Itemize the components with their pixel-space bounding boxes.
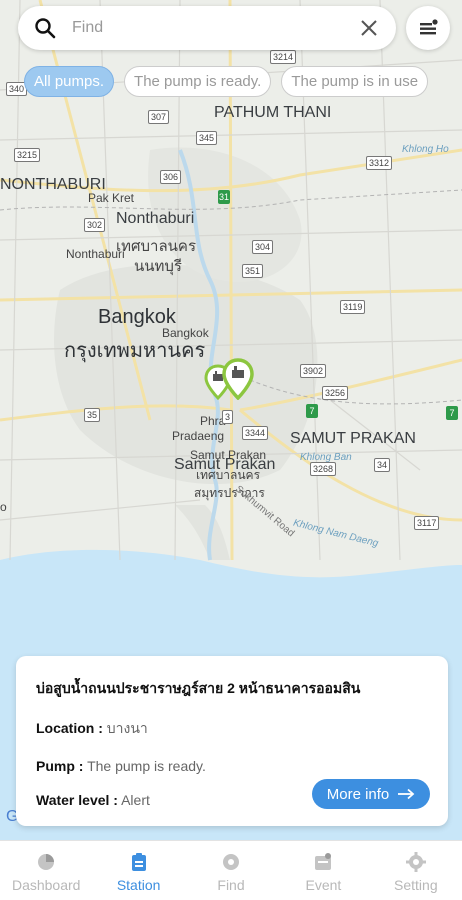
nav-find-label: Find xyxy=(217,877,245,893)
map-label-bangkok-thai: กรุงเทพมหานคร xyxy=(64,340,206,362)
arrow-right-icon xyxy=(398,788,415,800)
pump-status-value: The pump is ready. xyxy=(87,758,206,774)
station-icon xyxy=(128,851,150,873)
chip-all-pumps[interactable]: All pumps. xyxy=(24,66,115,97)
event-icon xyxy=(312,851,334,873)
map-label-khlong-ho: Khlong Ho xyxy=(402,144,449,155)
nav-dashboard[interactable]: Dashboard xyxy=(0,841,92,900)
dashboard-icon xyxy=(35,851,57,873)
bottom-navigation: Dashboard Station Find Event Setting xyxy=(0,840,462,900)
pump-row: Pump : The pump is ready. xyxy=(36,758,428,774)
chip-pump-in-use[interactable]: The pump is in use xyxy=(281,66,429,97)
search-bar xyxy=(18,6,396,50)
location-value: บางนา xyxy=(106,720,148,736)
map-label-nonthaburi-small: Nonthaburi xyxy=(66,247,125,261)
route-shield: 306 xyxy=(160,170,182,184)
close-icon[interactable] xyxy=(356,15,382,41)
route-shield: 34 xyxy=(374,458,391,472)
highway-shield: 7 xyxy=(306,404,318,418)
route-shield: 351 xyxy=(242,264,264,278)
nav-event-label: Event xyxy=(305,877,342,893)
location-row: Location : บางนา xyxy=(36,718,428,740)
nav-station[interactable]: Station xyxy=(92,841,184,900)
route-shield: 3215 xyxy=(14,148,41,162)
route-shield: 35 xyxy=(84,408,101,422)
more-info-button[interactable]: More info xyxy=(312,779,430,809)
nav-find[interactable]: Find xyxy=(185,841,277,900)
more-info-label: More info xyxy=(326,785,390,803)
search-input[interactable] xyxy=(72,19,356,37)
route-shield: 3119 xyxy=(340,300,366,314)
station-info-card: บ่อสูบน้ำถนนประชาราษฎร์สาย 2 หน้าธนาคารอ… xyxy=(16,656,448,826)
water-level-label: Water level : xyxy=(36,792,118,808)
highway-shield: 31 xyxy=(218,190,230,204)
station-name: บ่อสูบน้ำถนนประชาราษฎร์สาย 2 หน้าธนาคารอ… xyxy=(36,680,361,696)
route-shield: 307 xyxy=(148,110,170,124)
route-shield: 3344 xyxy=(242,426,269,440)
map-label-edge: o xyxy=(0,500,7,514)
pump-pin-icon xyxy=(222,358,254,401)
filter-list-icon xyxy=(420,19,438,35)
route-shield: 3902 xyxy=(300,364,327,378)
nav-dashboard-label: Dashboard xyxy=(11,877,81,893)
map-label-samut-prakan-province: SAMUT PRAKAN xyxy=(290,430,416,447)
find-icon xyxy=(220,851,242,873)
route-shield: 3256 xyxy=(322,386,349,400)
nav-setting-label: Setting xyxy=(394,877,438,893)
filter-list-button[interactable] xyxy=(406,6,450,50)
search-icon[interactable] xyxy=(32,15,58,41)
map-label-nonthaburi-city: Nonthaburi xyxy=(116,210,195,227)
map-label-pak-kret: Pak Kret xyxy=(88,191,135,205)
nav-event[interactable]: Event xyxy=(277,841,369,900)
route-shield: 3 xyxy=(222,410,234,424)
filter-chips: All pumps. The pump is ready. The pump i… xyxy=(24,66,429,97)
route-shield: 3312 xyxy=(366,156,393,170)
route-shield: 304 xyxy=(252,240,274,254)
location-label: Location : xyxy=(36,720,103,736)
nav-station-label: Station xyxy=(116,877,161,893)
map-label-pradaeng: Pradaeng xyxy=(172,429,225,443)
route-shield: 302 xyxy=(84,218,106,232)
nav-setting[interactable]: Setting xyxy=(370,841,462,900)
water-level-value: Alert xyxy=(121,792,150,808)
map-label-pathum-thani: PATHUM THANI xyxy=(214,104,332,121)
route-shield: 345 xyxy=(196,131,218,145)
route-shield: 3117 xyxy=(414,516,440,530)
setting-icon xyxy=(405,851,427,873)
route-shield: 3214 xyxy=(270,50,297,64)
map-label-samut-prakan-thai: เทศบาลนคร xyxy=(196,468,261,482)
pump-marker-selected[interactable] xyxy=(222,358,254,405)
highway-shield: 7 xyxy=(446,406,458,420)
pump-label: Pump : xyxy=(36,758,84,774)
map-label-nonthaburi-thai-2: นนทบุรี xyxy=(134,258,182,275)
route-shield: 3268 xyxy=(310,462,337,476)
chip-pump-ready[interactable]: The pump is ready. xyxy=(124,66,272,97)
